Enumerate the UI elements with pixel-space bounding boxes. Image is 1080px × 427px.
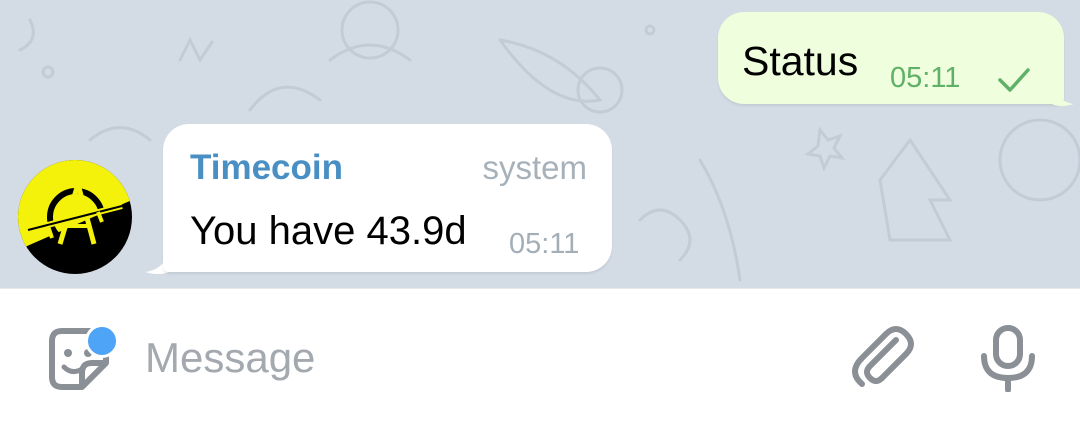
sender-name[interactable]: Timecoin (190, 148, 343, 188)
microphone-icon[interactable] (976, 322, 1040, 392)
chat-area[interactable]: Status 05:11 Timecoin system You have 43… (0, 0, 1080, 288)
sender-role-badge: system (482, 149, 587, 186)
outgoing-bubble-tail (1052, 84, 1074, 106)
outgoing-message-text: Status (742, 38, 859, 84)
outgoing-message-bubble[interactable]: Status 05:11 (718, 12, 1064, 104)
outgoing-message-time: 05:11 (890, 62, 961, 94)
incoming-message-time: 05:11 (509, 228, 580, 260)
message-input[interactable] (145, 333, 765, 383)
single-check-icon (998, 68, 1030, 92)
incoming-message-text: You have 43.9d (190, 209, 467, 253)
sticker-notification-dot (85, 324, 119, 358)
anarchist-emblem-avatar-icon (18, 160, 132, 274)
incoming-message-bubble[interactable]: Timecoin system You have 43.9d 05:11 (163, 124, 612, 272)
attach-icon[interactable] (850, 322, 920, 392)
sender-avatar[interactable] (18, 160, 132, 274)
